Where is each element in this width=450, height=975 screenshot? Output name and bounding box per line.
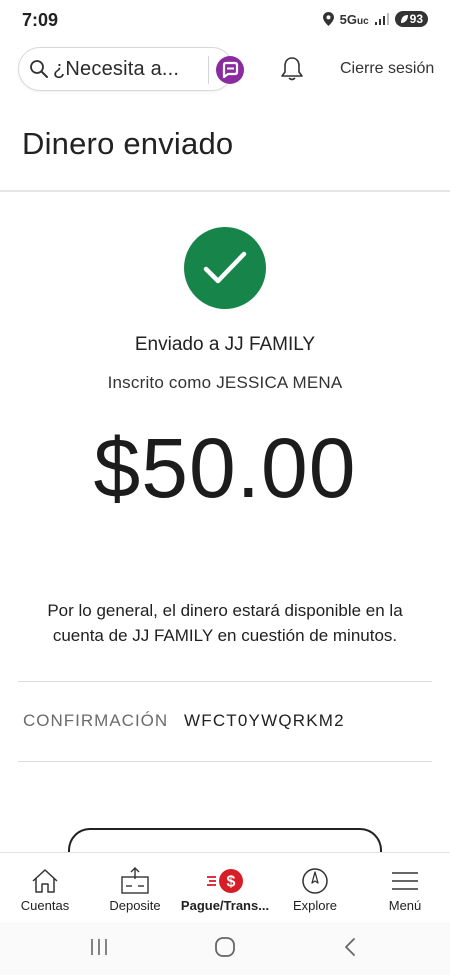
battery-indicator: 93 <box>394 11 428 27</box>
logout-link[interactable]: Cierre sesión <box>340 60 434 78</box>
location-icon <box>322 12 334 26</box>
status-bar: 7:09 5Guc 93 <box>0 0 450 40</box>
assistant-button[interactable] <box>216 56 244 84</box>
pay-transfer-icon: $ <box>207 869 243 893</box>
registered-as-text: Inscrito como JESSICA MENA <box>107 373 343 392</box>
confirmation-label: CONFIRMACIÓN <box>23 711 169 730</box>
tab-label: Pague/Trans... <box>180 898 270 913</box>
recipient-text: Enviado a JJ FAMILY <box>134 334 316 355</box>
back-icon[interactable] <box>342 936 358 958</box>
status-indicators: 5Guc 93 <box>322 11 428 27</box>
tab-label: Deposite <box>109 898 161 913</box>
hamburger-menu-icon <box>392 872 418 890</box>
deposit-icon <box>121 867 149 894</box>
tab-label: Explore <box>292 898 338 913</box>
bottom-tab-bar: Cuentas Deposite $ Pague/Trans... Explor… <box>0 852 450 922</box>
page-title: Dinero enviado <box>22 126 234 161</box>
recent-apps-icon[interactable] <box>89 936 109 958</box>
tab-explore[interactable]: Explore <box>270 853 360 923</box>
search-input[interactable]: ¿Necesita a... <box>18 47 244 91</box>
home-icon <box>32 869 58 893</box>
search-placeholder: ¿Necesita a... <box>53 58 180 80</box>
amount-sent: $50.00 <box>93 421 357 515</box>
tab-pague-transfiera[interactable]: $ Pague/Trans... <box>180 853 270 923</box>
assistant-logo-icon <box>222 61 239 79</box>
search-divider <box>208 56 209 84</box>
divider <box>18 681 432 682</box>
divider <box>18 761 432 762</box>
tab-deposite[interactable]: Deposite <box>90 853 180 923</box>
battery-leaf-icon <box>400 15 408 23</box>
notifications-bell-icon[interactable] <box>279 55 305 83</box>
tab-menu[interactable]: Menú <box>360 853 450 923</box>
status-time: 7:09 <box>22 10 59 30</box>
network-type: 5Guc <box>339 11 369 27</box>
tab-label: Menú <box>388 898 422 913</box>
svg-text:$: $ <box>227 874 236 891</box>
compass-icon <box>302 868 328 894</box>
signal-icon <box>374 13 389 25</box>
home-button-icon[interactable] <box>214 936 236 958</box>
title-divider <box>0 190 450 192</box>
confirmation-code: WFCT0YWQRKM2 <box>184 711 345 730</box>
tab-label: Cuentas <box>20 898 70 913</box>
top-bar: ¿Necesita a... Cierre sesión <box>0 47 450 91</box>
checkmark-icon <box>203 251 247 284</box>
availability-message: Por lo general, el dinero estará disponi… <box>47 601 403 645</box>
search-icon <box>30 60 48 78</box>
tab-cuentas[interactable]: Cuentas <box>0 853 90 923</box>
system-navigation-bar <box>0 922 450 975</box>
success-check-icon <box>184 227 266 309</box>
